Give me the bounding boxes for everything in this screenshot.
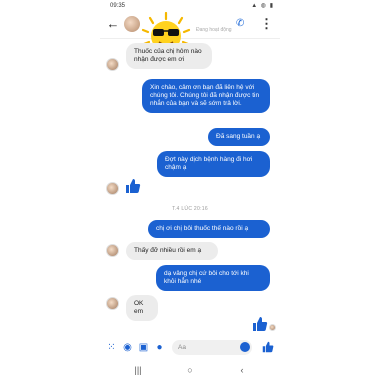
message-out: chị ơi chị bôi thuốc thế nào rồi ạ	[148, 220, 270, 238]
composer-bar: ⁙ ◉ ▣ ● Aa	[100, 338, 280, 358]
contact-status: Đang hoạt động	[196, 27, 232, 33]
seen-avatar	[269, 324, 276, 331]
phone-icon[interactable]: ✆	[236, 18, 246, 30]
message-out: dạ vâng chị cứ bôi cho tới khi khỏi hẳn …	[156, 265, 270, 291]
message-in: Thuốc của chị hôm nào nhận được em ơi	[126, 43, 212, 69]
message-in: OK em	[126, 295, 158, 321]
timestamp: T.4 LÚC 20:16	[172, 206, 208, 212]
message-out: Đã sang tuần ạ	[208, 128, 270, 146]
mic-icon[interactable]: ●	[154, 342, 165, 353]
message-in: Thấy đỡ nhiều rồi em ạ	[126, 242, 218, 260]
menu-dots-icon[interactable]: ⋮	[260, 16, 273, 32]
messenger-screen: 09:35 ▲ ◍ ▮ ← ✆ ⋮ Đang hoạt động Thuốc c…	[100, 0, 280, 380]
status-time: 09:35	[110, 3, 126, 9]
message-out: Xin chào, cảm ơn bạn đã liên hệ với chún…	[142, 79, 270, 113]
thumbs-up-icon	[126, 179, 141, 193]
message-out: Đợt này dịch bệnh hàng đi hơi chậm ạ	[157, 151, 270, 177]
back-button[interactable]: ‹	[232, 360, 252, 380]
grid-icon[interactable]: ⁙	[106, 342, 117, 353]
thumbs-up-icon	[253, 317, 268, 331]
contact-avatar-small	[106, 58, 119, 71]
emoji-icon[interactable]	[240, 342, 250, 352]
camera-icon[interactable]: ◉	[122, 342, 133, 353]
home-button[interactable]: ○	[180, 360, 200, 380]
recents-button[interactable]: |||	[128, 360, 148, 380]
android-nav-bar: ||| ○ ‹	[100, 360, 280, 380]
status-bar: 09:35 ▲ ◍ ▮	[100, 0, 280, 12]
contact-avatar-small	[106, 244, 119, 257]
thumbs-up-icon[interactable]	[262, 341, 274, 353]
image-icon[interactable]: ▣	[138, 342, 149, 353]
back-arrow-icon[interactable]: ←	[106, 17, 120, 31]
chat-header: ← ✆ ⋮	[100, 12, 280, 59]
status-icons: ▲ ◍ ▮	[251, 3, 274, 9]
contact-avatar-small	[106, 297, 119, 310]
contact-avatar-small	[106, 182, 119, 195]
